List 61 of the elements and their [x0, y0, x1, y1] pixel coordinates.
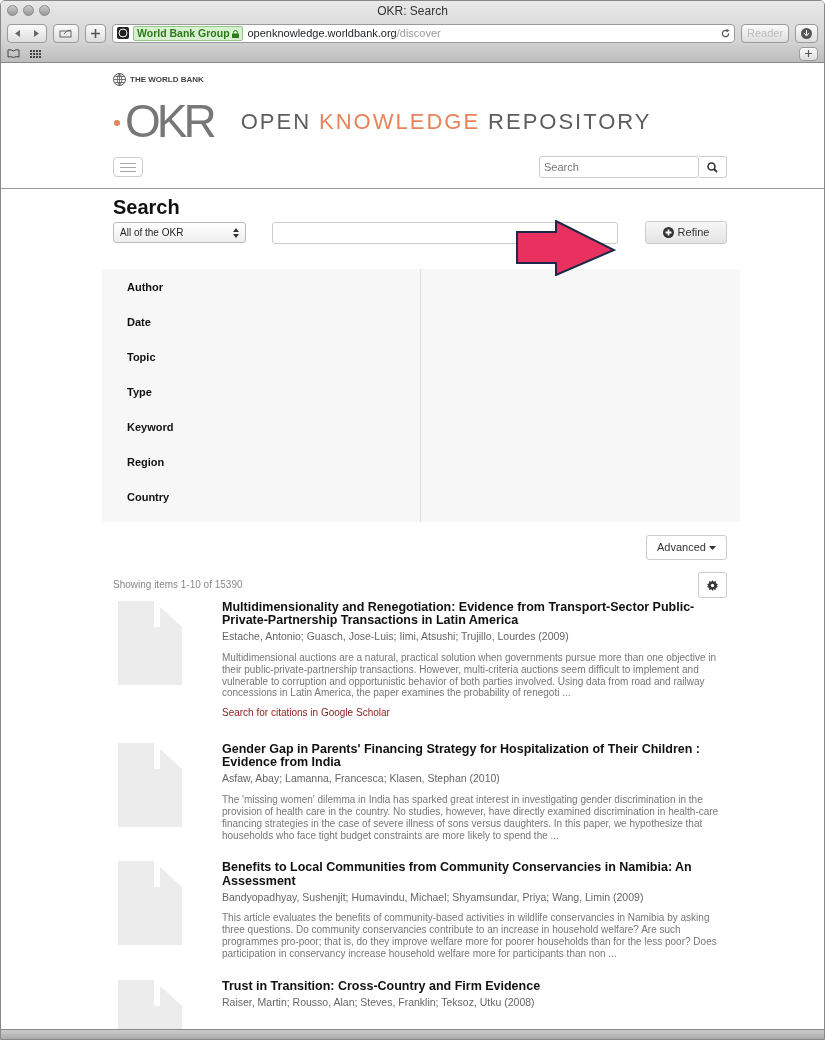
url-path: /discover — [396, 26, 441, 39]
search-icon — [707, 161, 718, 173]
download-icon — [801, 27, 812, 39]
facet-label[interactable]: Type — [127, 377, 420, 412]
facet-label[interactable]: Keyword — [127, 412, 420, 447]
add-button[interactable] — [85, 23, 106, 43]
result-authors: Raiser, Martin; Rousso, Alan; Steves, Franklin; Teksoz, Utku (2008) — [222, 994, 536, 1010]
facet-label[interactable]: Region — [127, 447, 420, 482]
plus-icon — [805, 50, 812, 57]
tagline-word: REPOSITORY — [488, 107, 652, 136]
settings-button[interactable] — [698, 571, 727, 598]
result-authors: Asfaw, Abay; Lamanna, Francesca; Klasen, Stephan (2010) — [222, 771, 501, 787]
result-title[interactable]: Multidimensionality and Renegotiation: Evidence from Transport-Sector Public-Private-Partnership Transactions in Latin America — [222, 601, 727, 628]
result-authors: Bandyopadhyay, Sushenjit; Humavindu, Michael; Shyamsundar, Priya; Wang, Limin (2009) — [222, 889, 645, 905]
page-title: Search — [113, 197, 181, 217]
url-host: openknowledge.worldbank.org — [247, 26, 397, 39]
tagline-word: OPEN — [240, 107, 312, 136]
organization-name: THE WORLD BANK — [130, 73, 204, 86]
plus-icon — [91, 28, 100, 38]
facet-label[interactable]: Country — [127, 482, 420, 517]
grid-icon[interactable] — [30, 49, 42, 58]
settings-icon — [707, 580, 718, 592]
back-forward-icon — [14, 28, 40, 38]
minimize-window-button[interactable] — [23, 5, 34, 16]
globe-icon — [113, 73, 126, 86]
result-abstract: This article evaluates the benefits of community-based activities in wildlife conservancies in Namibia by asking three questions. Do community conservancies contribute to an increase in household welfare? Are such programmes pro-poor; that is, do they improve welfare more for poorer households than for the less poor? Does participation in conservancy increase household welfare more for participants than non ... — [222, 912, 718, 960]
result-abstract: Multidimensional auctions are a natural, practical solution when governments pursue more than one objective in their public-private-partnership transactions. However, multi-criteria auctions seem difficult to implement and vulnerable to corruption and opportunistic behavior of both parties involved. Using data from road and railway concessions in Latin America, the paper examines the probability of renegoti ... — [222, 652, 718, 700]
globe-icon — [117, 27, 129, 39]
result-title[interactable]: Benefits to Local Communities from Community Conservancies in Namibia: An Assessment — [222, 861, 727, 888]
result-title[interactable]: Gender Gap in Parents' Financing Strategy for Hospitalization of Their Children : Evidence from India — [222, 743, 727, 770]
search-button[interactable] — [699, 156, 727, 178]
address-field[interactable]: World Bank Group openknowledge.worldbank.org/discover — [112, 23, 735, 43]
scope-select[interactable]: All of the OKR — [113, 222, 246, 243]
menu-button[interactable] — [113, 157, 143, 177]
share-icon — [59, 28, 73, 38]
facet-label[interactable]: Date — [127, 307, 420, 342]
back-forward-button[interactable] — [7, 23, 47, 43]
close-window-button[interactable] — [7, 5, 18, 16]
downloads-button[interactable] — [795, 23, 818, 43]
result-title[interactable]: Trust in Transition: Cross-Country and Firm Evidence — [222, 979, 727, 993]
facet-label[interactable]: Topic — [127, 342, 420, 377]
new-tab-button[interactable] — [799, 46, 818, 61]
zoom-window-button[interactable] — [39, 5, 50, 16]
plus-circle-icon — [662, 227, 674, 238]
google-scholar-link[interactable]: Search for citations in Google Scholar — [222, 707, 390, 719]
tagline-word: KNOWLEDGE — [319, 107, 481, 136]
reload-icon[interactable] — [721, 28, 730, 38]
search-field[interactable]: Search — [539, 156, 699, 178]
result-abstract: The 'missing women' dilemma in India has sparked great interest in investigating gender discrimination in the provision of health care in the country. No studies, however, have directly examined discrimination in health-care financing strategies in the case of severe illness of sons versus daughters. In this paper, we hypothesize that households who face tight budget constraints are more likely to spend the ... — [222, 794, 720, 842]
facet-label[interactable]: Author — [127, 272, 420, 307]
results-count: Showing items 1-10 of 15390 — [113, 578, 243, 593]
result-authors: Estache, Antonio; Guasch, Jose-Luis; Iimi, Atsushi; Trujillo, Lourdes (2009) — [222, 629, 570, 645]
caret-icon — [709, 546, 716, 551]
okr-logo[interactable]: OKR — [113, 98, 213, 144]
site-identity-badge: World Bank Group — [133, 25, 244, 41]
window-title: OKR: Search — [377, 3, 448, 20]
share-button[interactable] — [53, 23, 79, 43]
book-icon[interactable] — [7, 49, 20, 58]
updown-arrows-icon — [233, 227, 239, 238]
refine-button[interactable]: Refine — [645, 221, 727, 244]
advanced-button[interactable]: Advanced — [646, 535, 727, 560]
